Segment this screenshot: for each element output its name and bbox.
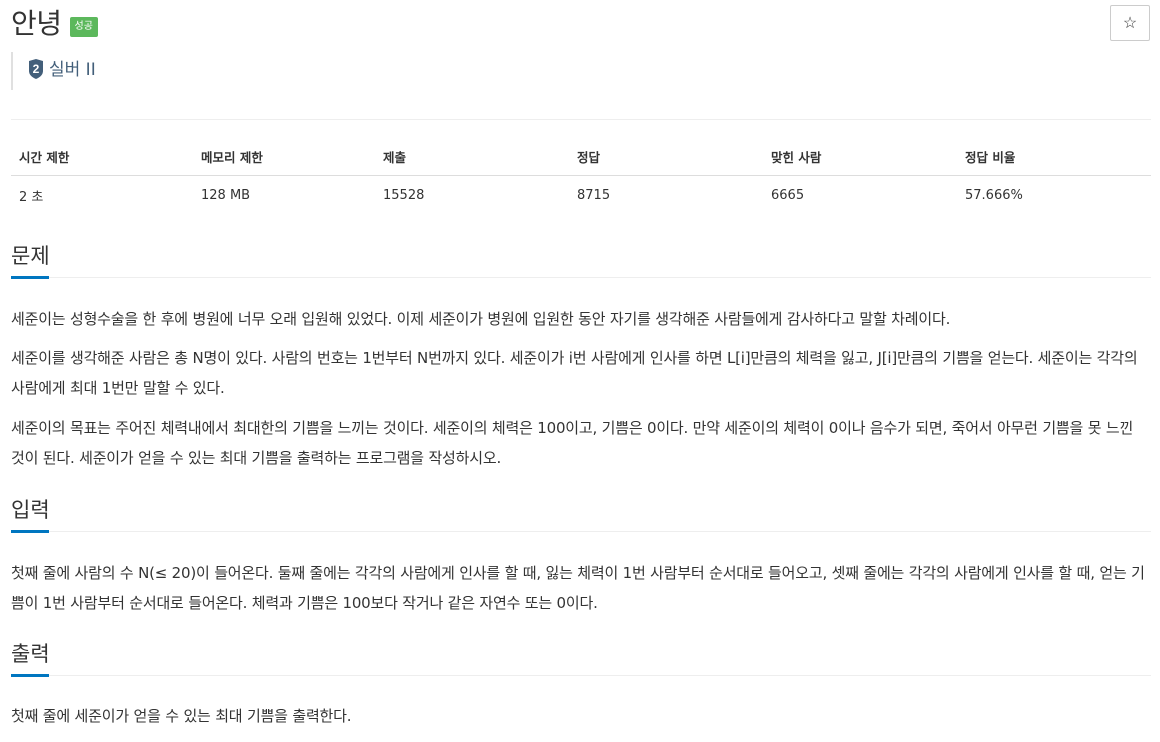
input-section-header: 입력 xyxy=(11,494,1151,533)
description-section-header: 문제 xyxy=(11,240,1151,279)
svg-text:2: 2 xyxy=(33,62,40,76)
description-paragraph-2: 세준이를 생각해준 사람은 총 N명이 있다. 사람의 번호는 1번부터 N번까… xyxy=(11,349,1138,397)
col-header-ratio: 정답 비율 xyxy=(957,139,1151,176)
problem-info-table: 시간 제한 메모리 제한 제출 정답 맞힌 사람 정답 비율 2 초 128 M… xyxy=(11,139,1151,215)
col-header-time-limit: 시간 제한 xyxy=(11,139,193,176)
tier-info: 2 실버 II xyxy=(11,52,96,90)
tier-label: 실버 II xyxy=(49,60,96,80)
ratio-value: 57.666% xyxy=(965,188,1023,203)
col-header-accepted: 정답 xyxy=(569,139,763,176)
input-paragraph-1: 첫째 줄에 사람의 수 N(≤ 20)이 들어온다. 둘째 줄에는 각각의 사람… xyxy=(11,564,1145,612)
header-divider xyxy=(11,119,1151,120)
table-header-row: 시간 제한 메모리 제한 제출 정답 맞힌 사람 정답 비율 xyxy=(11,139,1151,176)
description-paragraph-3: 세준이의 목표는 주어진 체력내에서 최대한의 기쁨을 느끼는 것이다. 세준이… xyxy=(11,419,1134,467)
time-limit-value: 2 초 xyxy=(19,190,44,205)
silver-tier-icon: 2 xyxy=(29,59,43,79)
solvers-value[interactable]: 6665 xyxy=(763,176,957,216)
problem-title: 안녕 xyxy=(11,7,62,40)
memory-limit-value: 128 MB xyxy=(201,188,251,203)
col-header-memory-limit: 메모리 제한 xyxy=(193,139,375,176)
section-underline xyxy=(11,276,1151,279)
section-underline xyxy=(11,530,1151,533)
status-badge: 성공 xyxy=(69,17,98,37)
description-heading: 문제 xyxy=(11,244,50,268)
input-heading: 입력 xyxy=(11,498,50,522)
col-header-submissions: 제출 xyxy=(375,139,569,176)
output-paragraph-1: 첫째 줄에 세준이가 얻을 수 있는 최대 기쁨을 출력한다. xyxy=(11,707,352,725)
submissions-value[interactable]: 15528 xyxy=(375,176,569,216)
section-underline xyxy=(11,674,1151,677)
favorite-star-button[interactable]: ☆ xyxy=(1110,5,1150,41)
accepted-value[interactable]: 8715 xyxy=(569,176,763,216)
output-section-header: 출력 xyxy=(11,638,1151,677)
table-row: 2 초 128 MB 15528 8715 6665 57.666% xyxy=(11,176,1151,216)
output-heading: 출력 xyxy=(11,642,50,666)
problem-header: 안녕 성공 xyxy=(11,6,98,42)
star-icon: ☆ xyxy=(1122,15,1138,32)
col-header-solvers: 맞힌 사람 xyxy=(763,139,957,176)
description-paragraph-1: 세준이는 성형수술을 한 후에 병원에 너무 오래 입원해 있었다. 이제 세준… xyxy=(11,310,951,328)
